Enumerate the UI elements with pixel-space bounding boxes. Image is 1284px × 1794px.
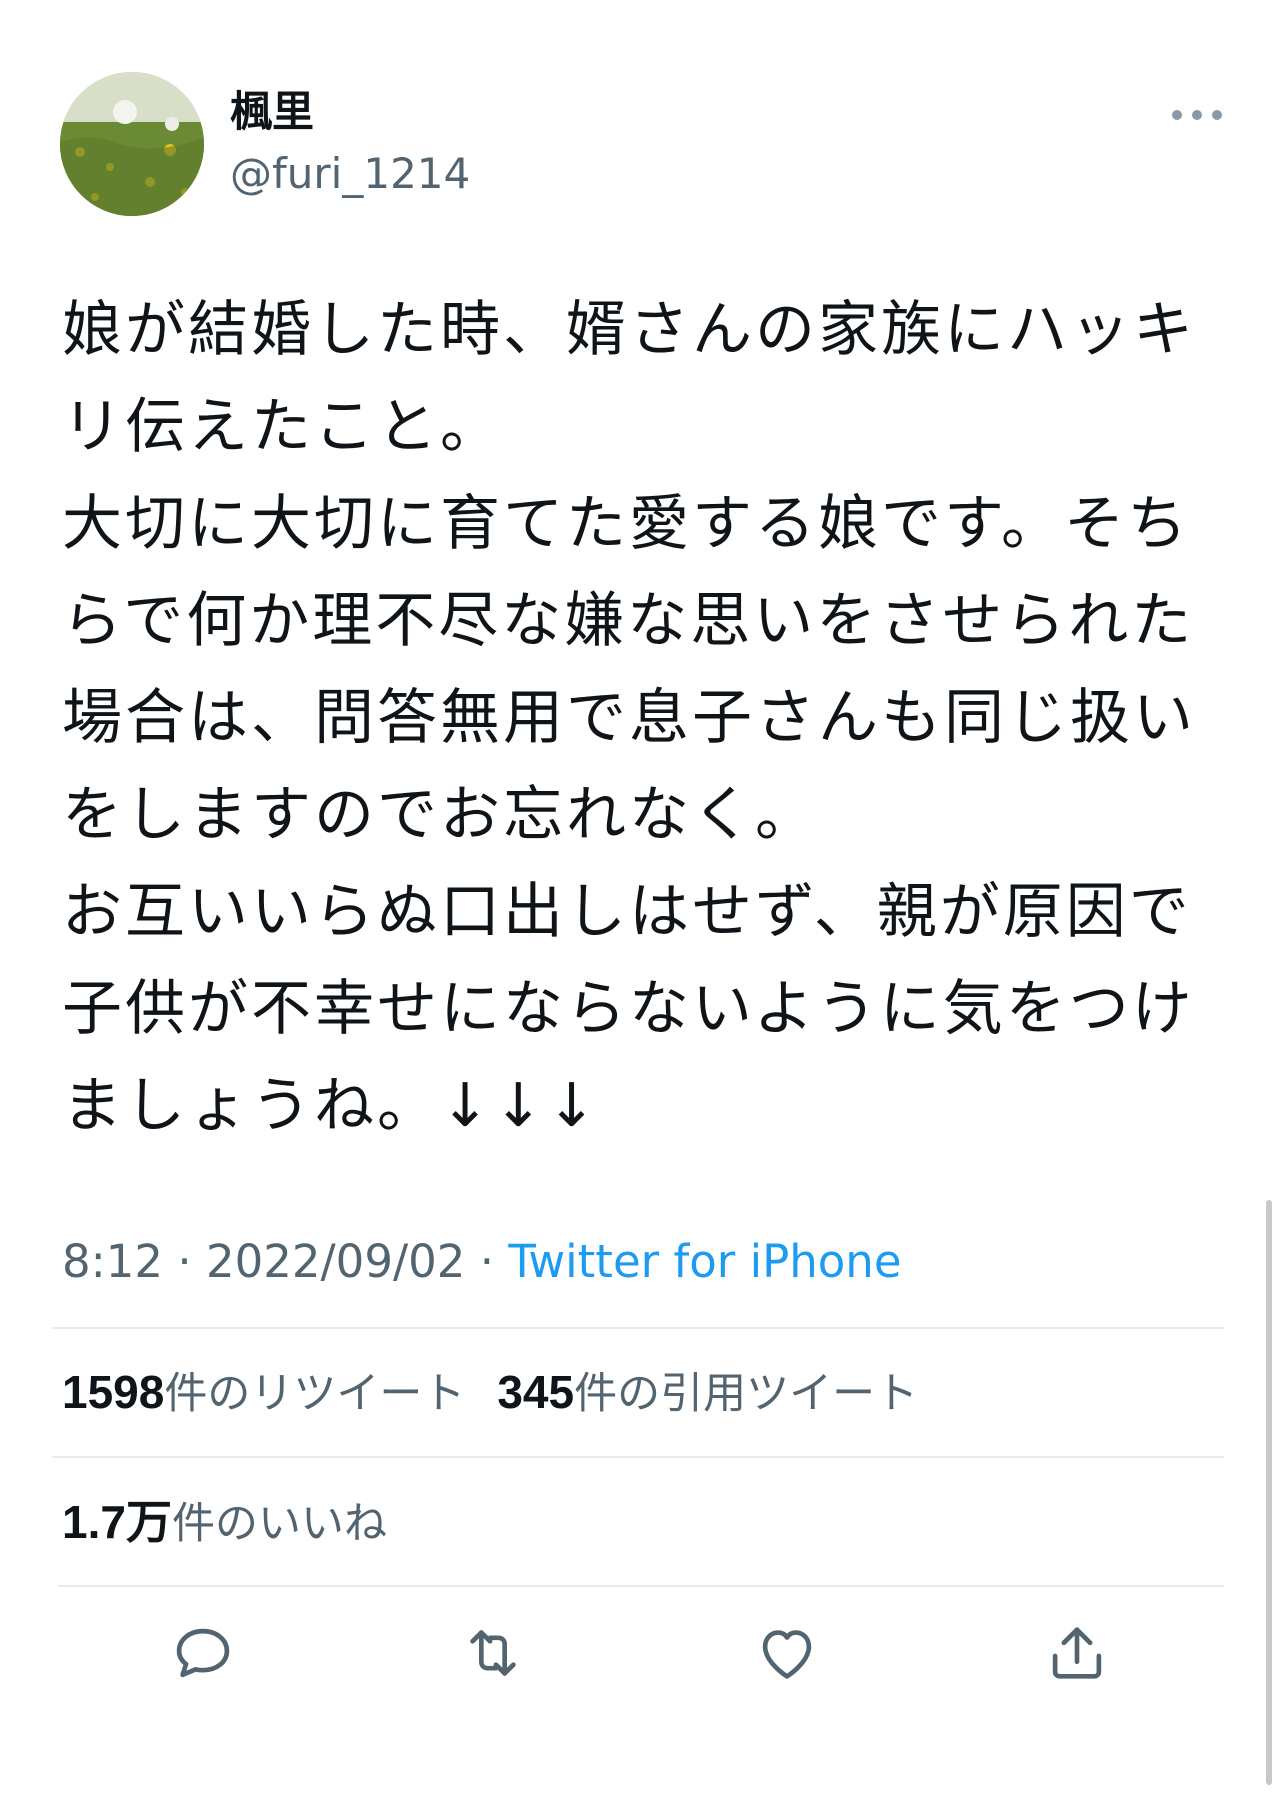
- likes-count: 1.7万: [62, 1496, 172, 1548]
- tweet-date[interactable]: 2022/09/02: [206, 1235, 465, 1288]
- avatar-image: [60, 72, 204, 216]
- tweet-detail: 楓里 @furi_1214 娘が結婚した時、婿さんの家族にハッキリ伝えたこと。 …: [0, 0, 1284, 1794]
- likes-stat[interactable]: 1.7万件のいいね: [62, 1496, 387, 1549]
- meta-separator: ·: [177, 1235, 192, 1288]
- likes-label: 件のいいね: [171, 1499, 387, 1549]
- retweets-count: 1598: [62, 1366, 165, 1418]
- divider: [52, 1327, 1224, 1329]
- retweets-label: 件のリツイート: [164, 1369, 466, 1419]
- heart-icon[interactable]: [752, 1618, 822, 1688]
- share-icon[interactable]: [1042, 1618, 1112, 1688]
- tweet-time[interactable]: 8:12: [62, 1235, 163, 1288]
- more-dot: [1212, 110, 1222, 120]
- avatar[interactable]: [60, 72, 204, 216]
- retweet-stats-row: 1598件のリツイート 345件の引用ツイート: [62, 1364, 918, 1422]
- retweet-icon[interactable]: [458, 1618, 528, 1688]
- divider: [52, 1456, 1224, 1458]
- tweet-meta: 8:12 · 2022/09/02 · Twitter for iPhone: [62, 1234, 902, 1290]
- tweet-source-link[interactable]: Twitter for iPhone: [508, 1235, 901, 1288]
- user-handle[interactable]: @furi_1214: [230, 148, 470, 200]
- meta-separator: ·: [479, 1235, 494, 1288]
- scrollbar[interactable]: [1266, 1200, 1272, 1785]
- more-dot: [1192, 110, 1202, 120]
- tweet-text: 娘が結婚した時、婿さんの家族にハッキリ伝えたこと。 大切に大切に育てた愛する娘で…: [62, 295, 1196, 1141]
- quotes-label: 件の引用ツイート: [574, 1369, 919, 1419]
- divider: [58, 1585, 1224, 1587]
- likes-stats-row: 1.7万件のいいね: [62, 1494, 387, 1552]
- quotes-count: 345: [497, 1366, 575, 1418]
- quotes-stat[interactable]: 345件の引用ツイート: [497, 1366, 919, 1419]
- more-dot: [1172, 110, 1182, 120]
- retweets-stat[interactable]: 1598件のリツイート: [62, 1366, 466, 1419]
- more-horizontal-icon[interactable]: [1172, 100, 1222, 130]
- display-name[interactable]: 楓里: [230, 86, 314, 138]
- reply-icon[interactable]: [168, 1618, 238, 1688]
